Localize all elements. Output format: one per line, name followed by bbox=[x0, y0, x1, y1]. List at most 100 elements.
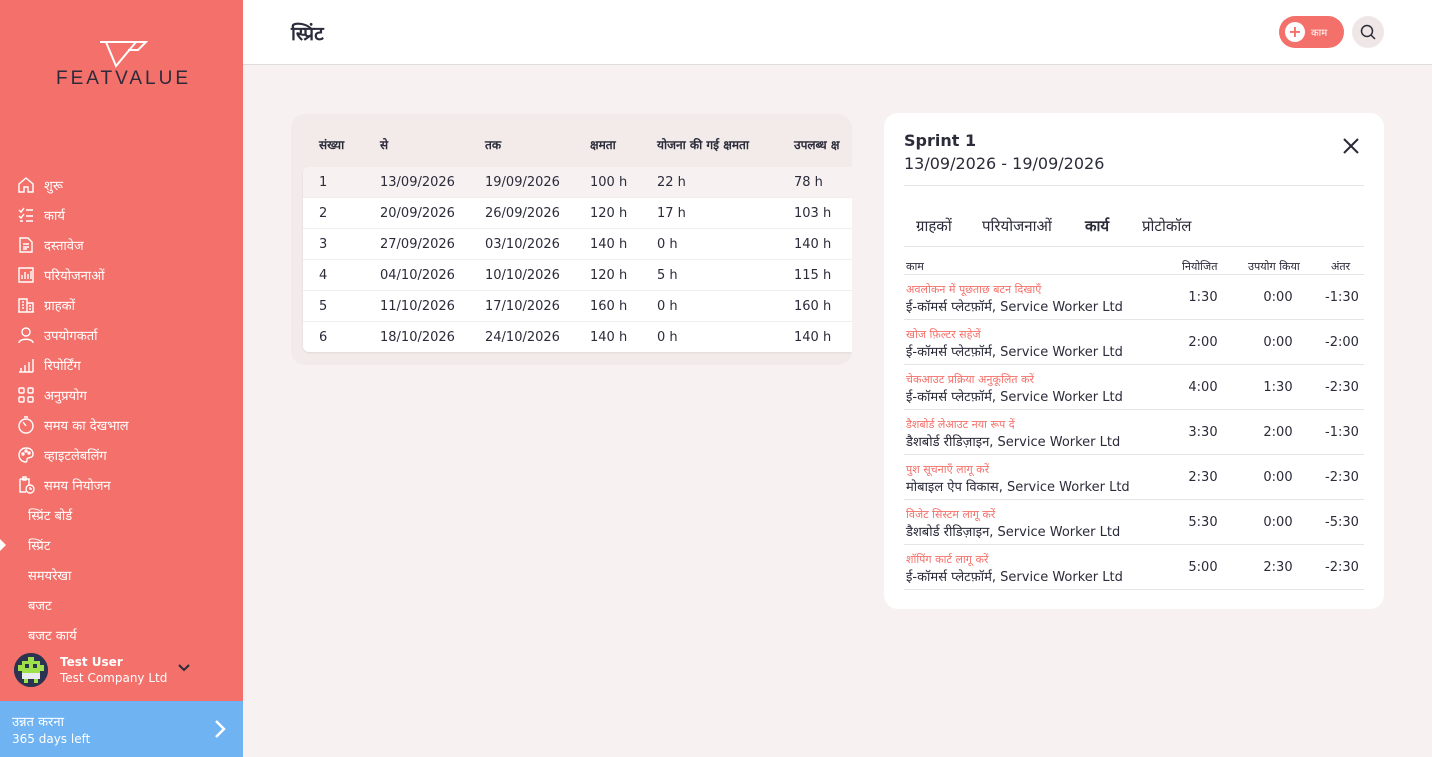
sidebar-item-time-tracking[interactable]: समय का देखभाल bbox=[0, 410, 243, 440]
cell-number: 5 bbox=[319, 299, 328, 314]
cell-number: 4 bbox=[319, 268, 328, 283]
task-planned: 2:00 bbox=[1188, 335, 1218, 350]
task-planned: 1:30 bbox=[1188, 290, 1218, 305]
close-icon[interactable] bbox=[1340, 135, 1362, 157]
task-row: शॉपिंग कार्ट लागू करें ई-कॉमर्स प्लेटफ़ॉ… bbox=[904, 545, 1364, 590]
building-icon bbox=[16, 295, 36, 315]
task-project: ई-कॉमर्स प्लेटफ़ॉर्म, Service Worker Ltd bbox=[906, 345, 1123, 360]
column-header-difference: अंतर bbox=[1331, 260, 1351, 273]
task-planned: 5:00 bbox=[1188, 560, 1218, 575]
sidebar-item-tasks[interactable]: कार्य bbox=[0, 200, 243, 230]
sidebar-item-home[interactable]: शुरू bbox=[0, 170, 243, 200]
task-title-link[interactable]: पुश सूचनाएँ लागू करें bbox=[906, 462, 989, 477]
sidebar-item-apps[interactable]: अनुप्रयोग bbox=[0, 380, 243, 410]
cell-available: 78 h bbox=[794, 175, 823, 190]
sidebar-item-sprint[interactable]: स्प्रिंट bbox=[0, 530, 243, 560]
search-button[interactable] bbox=[1352, 16, 1384, 48]
column-header-to[interactable]: तक bbox=[485, 136, 501, 153]
cell-from: 04/10/2026 bbox=[380, 268, 455, 283]
column-header-task: काम bbox=[906, 260, 924, 273]
task-used: 2:30 bbox=[1263, 560, 1293, 575]
task-title-link[interactable]: शॉपिंग कार्ट लागू करें bbox=[906, 552, 988, 567]
sidebar-item-whitelabeling[interactable]: व्हाइटलेबलिंग bbox=[0, 440, 243, 470]
home-icon bbox=[16, 175, 36, 195]
task-title-link[interactable]: चेकआउट प्रक्रिया अनुकूलित करें bbox=[906, 372, 1034, 387]
sidebar-item-label: कार्य bbox=[44, 209, 65, 224]
sidebar-item-reporting[interactable]: रिपोर्टिंग bbox=[0, 350, 243, 380]
sidebar-item-budget[interactable]: बजट bbox=[0, 590, 243, 620]
plus-icon: + bbox=[1285, 22, 1305, 42]
cell-to: 24/10/2026 bbox=[485, 330, 560, 345]
sprint-table-card: संख्या से तक क्षमता योजना की गई क्षमता उ… bbox=[291, 114, 852, 365]
table-row[interactable]: 1 13/09/2026 19/09/2026 100 h 22 h 78 h bbox=[303, 167, 852, 198]
cell-available: 140 h bbox=[794, 237, 832, 252]
sidebar-item-sprint-board[interactable]: स्प्रिंट बोर्ड bbox=[0, 500, 243, 530]
cell-available: 160 h bbox=[794, 299, 832, 314]
task-title-link[interactable]: विजेट सिस्टम लागू करें bbox=[906, 507, 995, 522]
task-planned: 4:00 bbox=[1188, 380, 1218, 395]
column-header-capacity[interactable]: क्षमता bbox=[590, 136, 616, 153]
sprint-detail-panel: Sprint 1 13/09/2026 - 19/09/2026 ग्राहको… bbox=[884, 113, 1384, 609]
table-row[interactable]: 5 11/10/2026 17/10/2026 160 h 0 h 160 h bbox=[303, 291, 852, 322]
table-row[interactable]: 2 20/09/2026 26/09/2026 120 h 17 h 103 h bbox=[303, 198, 852, 229]
sidebar-item-budget-tasks[interactable]: बजट कार्य bbox=[0, 620, 243, 650]
upgrade-banner[interactable]: उन्नत करना 365 days left bbox=[0, 701, 243, 757]
palette-icon bbox=[16, 445, 36, 465]
upgrade-days-left: 365 days left bbox=[12, 732, 91, 746]
sidebar-item-projects[interactable]: परियोजनाओं bbox=[0, 260, 243, 290]
cell-capacity: 120 h bbox=[590, 206, 628, 221]
sidebar-item-users[interactable]: उपयोगकर्ता bbox=[0, 320, 243, 350]
cell-capacity: 100 h bbox=[590, 175, 628, 190]
table-row[interactable]: 4 04/10/2026 10/10/2026 120 h 5 h 115 h bbox=[303, 260, 852, 291]
cell-planned: 0 h bbox=[657, 237, 678, 252]
sidebar-item-label: उपयोगकर्ता bbox=[44, 329, 98, 344]
cell-to: 26/09/2026 bbox=[485, 206, 560, 221]
tab-protocol[interactable]: प्रोटोकॉल bbox=[1142, 216, 1191, 236]
column-header-planned-capacity[interactable]: योजना की गई क्षमता bbox=[657, 136, 749, 153]
active-indicator bbox=[0, 539, 6, 551]
sidebar-item-label: स्प्रिंट bbox=[28, 539, 51, 554]
sidebar-item-documents[interactable]: दस्तावेज bbox=[0, 230, 243, 260]
tab-clients[interactable]: ग्राहकों bbox=[916, 216, 952, 236]
task-title-link[interactable]: खोज फ़िल्टर सहेजें bbox=[906, 327, 981, 342]
planner-icon bbox=[16, 475, 36, 495]
task-project: डैशबोर्ड रीडिज़ाइन, Service Worker Ltd bbox=[906, 525, 1121, 540]
cell-number: 2 bbox=[319, 206, 328, 221]
sidebar-item-clients[interactable]: ग्राहकों bbox=[0, 290, 243, 320]
sidebar-item-label: समयरेखा bbox=[28, 569, 72, 584]
sidebar-item-time-planning[interactable]: समय नियोजन bbox=[0, 470, 243, 500]
column-header-number[interactable]: संख्या bbox=[319, 136, 344, 153]
table-row[interactable]: 3 27/09/2026 03/10/2026 140 h 0 h 140 h bbox=[303, 229, 852, 260]
task-used: 0:00 bbox=[1263, 470, 1293, 485]
tab-projects[interactable]: परियोजनाओं bbox=[982, 216, 1052, 236]
cell-from: 20/09/2026 bbox=[380, 206, 455, 221]
task-title-link[interactable]: अवलोकन में पूछताछ बटन दिखाएँ bbox=[906, 282, 1041, 297]
task-project: मोबाइल ऐप विकास, Service Worker Ltd bbox=[906, 480, 1130, 495]
logo[interactable]: FEATVALUE bbox=[36, 40, 211, 90]
chevron-down-icon[interactable] bbox=[176, 660, 192, 676]
cell-planned: 0 h bbox=[657, 299, 678, 314]
sidebar-item-timeline[interactable]: समयरेखा bbox=[0, 560, 243, 590]
page-title: स्प्रिंट bbox=[291, 23, 324, 45]
bar-chart-icon bbox=[16, 355, 36, 375]
task-row: अवलोकन में पूछताछ बटन दिखाएँ ई-कॉमर्स प्… bbox=[904, 275, 1364, 320]
cell-from: 27/09/2026 bbox=[380, 237, 455, 252]
column-header-available-capacity[interactable]: उपलब्ध क्ष bbox=[794, 136, 839, 153]
cell-planned: 17 h bbox=[657, 206, 686, 221]
cell-to: 10/10/2026 bbox=[485, 268, 560, 283]
table-row[interactable]: 6 18/10/2026 24/10/2026 140 h 0 h 140 h bbox=[303, 322, 852, 353]
cell-to: 17/10/2026 bbox=[485, 299, 560, 314]
upgrade-title: उन्नत करना bbox=[12, 715, 64, 730]
tab-tasks[interactable]: कार्य bbox=[1085, 216, 1109, 236]
user-menu[interactable]: Test User Test Company Ltd bbox=[14, 650, 234, 690]
divider bbox=[904, 185, 1364, 186]
sidebar-item-label: रिपोर्टिंग bbox=[44, 359, 81, 374]
column-header-from[interactable]: से bbox=[380, 136, 388, 153]
add-task-button[interactable]: + काम bbox=[1279, 16, 1344, 48]
task-difference: -1:30 bbox=[1325, 425, 1359, 440]
task-title-link[interactable]: डैशबोर्ड लेआउट नया रूप दें bbox=[906, 417, 1015, 432]
sidebar-item-label: समय का देखभाल bbox=[44, 419, 129, 434]
sidebar-item-label: स्प्रिंट बोर्ड bbox=[28, 509, 73, 524]
user-company: Test Company Ltd bbox=[60, 671, 168, 685]
cell-capacity: 160 h bbox=[590, 299, 628, 314]
